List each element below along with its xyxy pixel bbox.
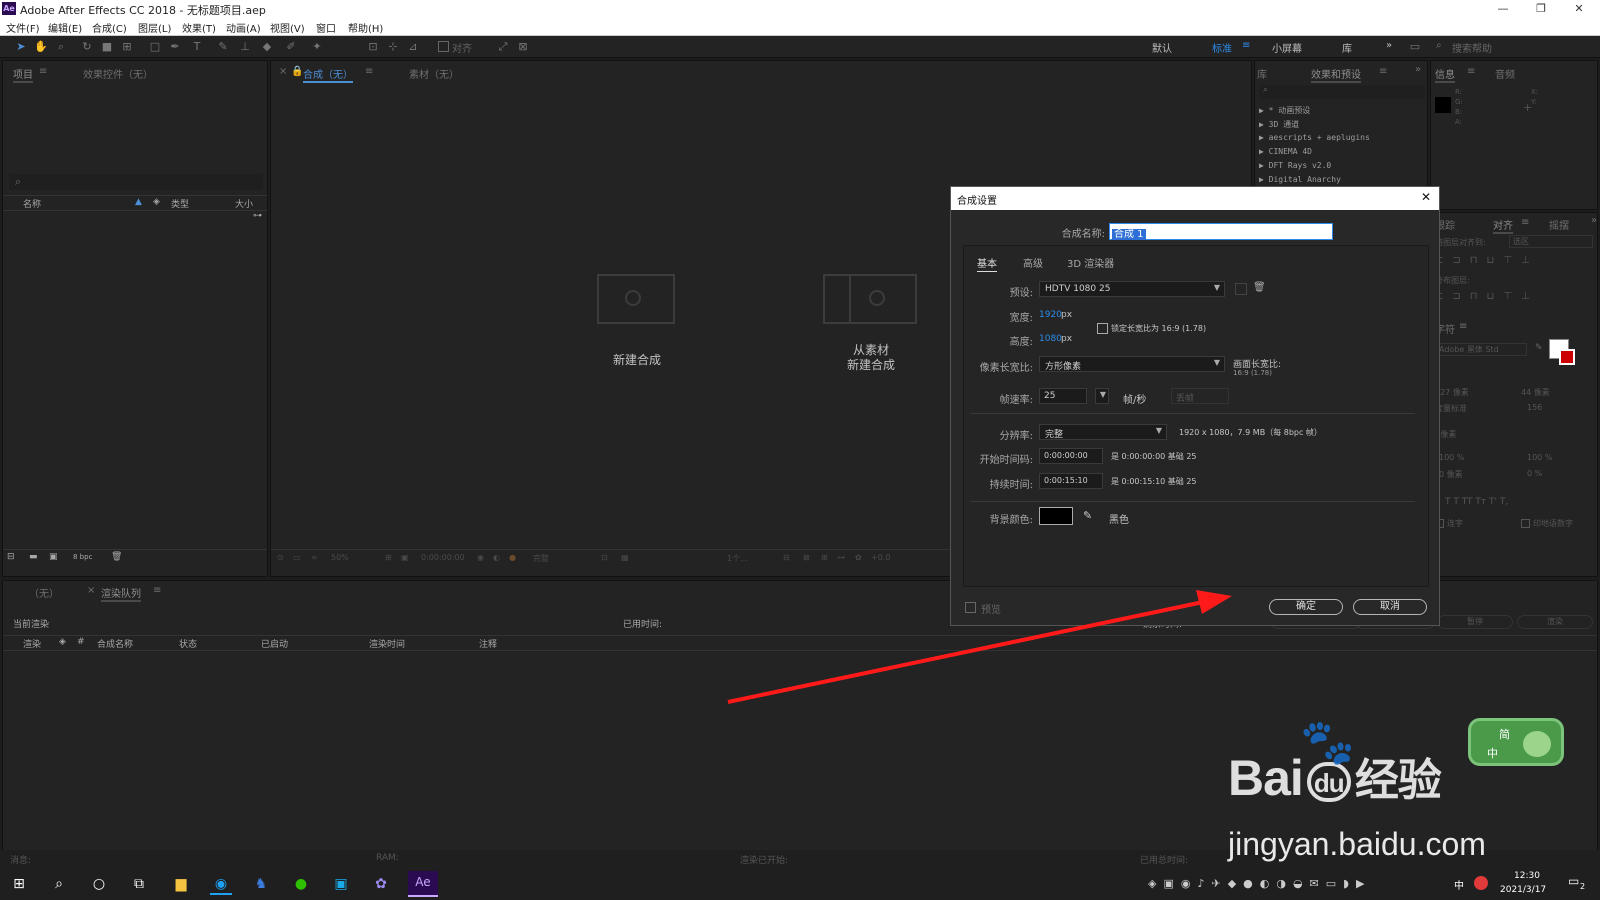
app-icon-2[interactable]: ▣ — [330, 873, 352, 895]
baidu-jingyan: 经验 — [1354, 756, 1442, 805]
browser-icon[interactable]: ◉ — [210, 873, 232, 895]
ime-mascot-icon — [1523, 731, 1551, 757]
ime-badge-top: 简 — [1499, 728, 1510, 741]
notification-icon[interactable]: ▭ — [1568, 874, 1579, 888]
system-tray-icons[interactable]: ◈▣◉♪✈◆●◐◑◒✉▭◗▶ — [1148, 877, 1371, 890]
cortana-icon[interactable]: ○ — [88, 873, 110, 895]
ime-indicator[interactable]: 中 — [1454, 877, 1464, 892]
wechat-icon[interactable]: ● — [290, 873, 312, 895]
arrow-shaft — [727, 599, 1209, 704]
watermark-url: jingyan.baidu.com — [1228, 826, 1486, 862]
app-icon-3[interactable]: ✿ — [370, 873, 392, 895]
app-icon-1[interactable]: ♞ — [250, 873, 272, 895]
notification-count: 2 — [1580, 882, 1586, 891]
after-effects-taskbar-icon[interactable]: Ae — [408, 871, 438, 897]
baidu-paw-icon: 🐾 — [1300, 718, 1355, 767]
taskbar: ⊞ ⌕ ○ ⧉ ▆ ◉ ♞ ● ▣ ✿ Ae ◈▣◉♪✈◆●◐◑◒✉▭◗▶ 中 … — [0, 868, 1600, 900]
sogou-icon[interactable] — [1474, 876, 1488, 890]
clock-time[interactable]: 12:30 — [1514, 871, 1540, 881]
ime-badge-bottom: 中 — [1487, 747, 1498, 760]
file-explorer-icon[interactable]: ▆ — [170, 873, 192, 895]
baidu-bai: Bai — [1228, 750, 1304, 806]
ime-badge: 简 中 — [1468, 718, 1564, 766]
windows-start-icon[interactable]: ⊞ — [8, 873, 30, 895]
baidu-watermark: Bai 🐾 du 经验 — [1228, 718, 1442, 808]
clock-date[interactable]: 2021/3/17 — [1500, 885, 1546, 895]
task-view-icon[interactable]: ⧉ — [128, 873, 150, 895]
arrow-head — [1196, 590, 1232, 614]
search-taskbar-icon[interactable]: ⌕ — [48, 873, 70, 895]
